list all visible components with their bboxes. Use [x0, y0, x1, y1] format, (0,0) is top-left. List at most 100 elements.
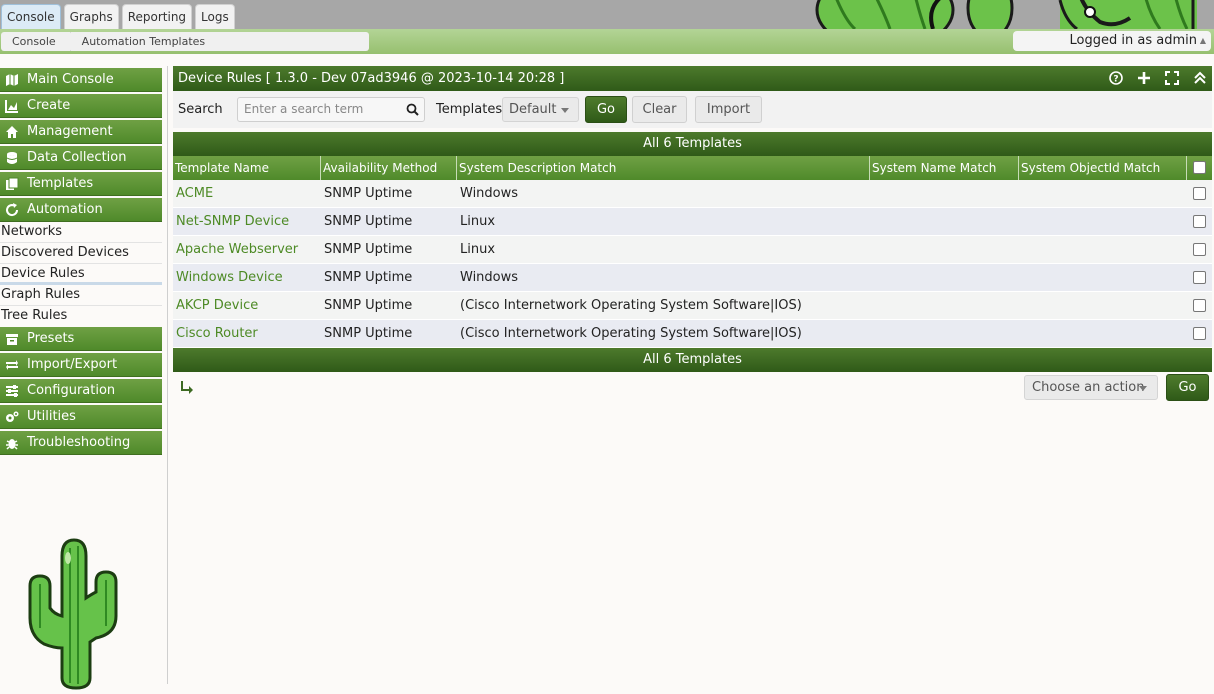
- description-cell: Linux: [460, 214, 496, 229]
- template-link[interactable]: Windows Device: [176, 264, 283, 292]
- sidebar-item-main-console[interactable]: Main Console: [0, 68, 162, 92]
- table-caption-top: All 6 Templates: [173, 132, 1212, 156]
- fullscreen-icon[interactable]: [1164, 70, 1180, 87]
- top-tabs: Console Graphs Reporting Logs: [1, 4, 235, 29]
- breadcrumb-bar: Console Automation Templates Logged in a…: [0, 29, 1214, 54]
- breadcrumb: Console Automation Templates: [1, 32, 369, 51]
- table-row: Net-SNMP Device SNMP Uptime Linux: [173, 208, 1212, 236]
- import-button[interactable]: Import: [695, 96, 762, 123]
- description-cell: Windows: [460, 270, 519, 285]
- dropdown-arrow-icon: [561, 108, 569, 113]
- chart-icon: [5, 100, 18, 113]
- sidebar: Main Console Create Management Data Coll…: [0, 66, 168, 690]
- sidebar-item-discovered-devices[interactable]: Discovered Devices: [0, 243, 162, 264]
- collapse-icon[interactable]: [1192, 71, 1208, 87]
- search-input[interactable]: Enter a search term: [237, 97, 425, 122]
- sidebar-item-data-collection[interactable]: Data Collection: [0, 146, 162, 170]
- sidebar-item-utilities[interactable]: Utilities: [0, 405, 162, 429]
- action-select[interactable]: Choose an action: [1024, 375, 1158, 400]
- tab-reporting[interactable]: Reporting: [121, 4, 193, 29]
- availability-cell: SNMP Uptime: [324, 214, 413, 229]
- table-row: Apache Webserver SNMP Uptime Linux: [173, 236, 1212, 264]
- table-row: Cisco Router SNMP Uptime (Cisco Internet…: [173, 320, 1212, 348]
- templates-label: Templates: [436, 102, 503, 117]
- template-link[interactable]: ACME: [176, 180, 213, 208]
- availability-cell: SNMP Uptime: [324, 298, 413, 313]
- sidebar-item-graph-rules[interactable]: Graph Rules: [0, 285, 162, 306]
- availability-cell: SNMP Uptime: [324, 186, 413, 201]
- filter-bar: Search Enter a search term Templates Def…: [173, 91, 1212, 128]
- map-icon: [6, 74, 18, 86]
- templates-select[interactable]: Default: [502, 97, 579, 122]
- sidebar-item-automation[interactable]: Automation: [0, 198, 162, 222]
- breadcrumb-automation-templates[interactable]: Automation Templates: [71, 32, 220, 51]
- cogs-icon: [6, 411, 19, 422]
- tab-console[interactable]: Console: [1, 4, 61, 29]
- top-bar: Console Graphs Reporting Logs: [0, 0, 1214, 29]
- sidebar-item-management[interactable]: Management: [0, 120, 162, 144]
- sidebar-item-templates[interactable]: Templates: [0, 172, 162, 196]
- availability-cell: SNMP Uptime: [324, 270, 413, 285]
- sidebar-item-networks[interactable]: Networks: [0, 222, 162, 243]
- home-icon: [6, 126, 18, 138]
- sidebar-item-device-rules[interactable]: Device Rules: [0, 264, 162, 285]
- row-checkbox[interactable]: [1193, 271, 1206, 284]
- description-cell: (Cisco Internetwork Operating System Sof…: [460, 326, 802, 341]
- sliders-icon: [6, 385, 18, 397]
- description-cell: Linux: [460, 242, 496, 257]
- cactus-logo: [28, 538, 126, 694]
- help-icon[interactable]: ?: [1108, 70, 1124, 87]
- sidebar-item-tree-rules[interactable]: Tree Rules: [0, 306, 162, 327]
- tab-graphs[interactable]: Graphs: [63, 4, 119, 29]
- row-checkbox[interactable]: [1193, 215, 1206, 228]
- select-all-checkbox[interactable]: [1193, 161, 1206, 174]
- row-checkbox[interactable]: [1193, 187, 1206, 200]
- page-title: Device Rules [ 1.3.0 - Dev 07ad3946 @ 20…: [178, 71, 565, 86]
- description-cell: Windows: [460, 186, 519, 201]
- row-checkbox[interactable]: [1193, 299, 1206, 312]
- column-system-description-match[interactable]: System Description Match: [457, 156, 870, 180]
- row-checkbox[interactable]: [1193, 243, 1206, 256]
- action-bar: Choose an action Go: [173, 372, 1212, 406]
- table-header: Template Name Availability Method System…: [173, 156, 1212, 180]
- table-body: ACME SNMP Uptime Windows Net-SNMP Device…: [173, 180, 1212, 348]
- search-label: Search: [178, 102, 223, 117]
- return-arrow-icon: [181, 381, 193, 394]
- panel-icons: ?: [1108, 66, 1208, 91]
- column-template-name[interactable]: Template Name: [173, 156, 321, 180]
- tab-logs[interactable]: Logs: [195, 4, 235, 29]
- clear-button[interactable]: Clear: [632, 96, 687, 123]
- panel-header: Device Rules [ 1.3.0 - Dev 07ad3946 @ 20…: [173, 66, 1212, 91]
- column-availability-method[interactable]: Availability Method: [321, 156, 457, 180]
- bug-icon: [6, 439, 18, 450]
- availability-cell: SNMP Uptime: [324, 326, 413, 341]
- column-system-objectid-match[interactable]: System ObjectId Match: [1019, 156, 1187, 180]
- availability-cell: SNMP Uptime: [324, 242, 413, 257]
- table-caption-bottom: All 6 Templates: [173, 348, 1212, 372]
- database-icon: [6, 152, 18, 164]
- template-link[interactable]: Net-SNMP Device: [176, 208, 289, 236]
- template-link[interactable]: AKCP Device: [176, 292, 258, 320]
- refresh-icon: [6, 203, 19, 217]
- breadcrumb-console[interactable]: Console: [1, 32, 77, 51]
- sidebar-item-import-export[interactable]: Import/Export: [0, 353, 162, 377]
- add-icon[interactable]: [1136, 71, 1152, 87]
- template-link[interactable]: Cisco Router: [176, 320, 258, 348]
- template-link[interactable]: Apache Webserver: [176, 236, 298, 264]
- table-row: ACME SNMP Uptime Windows: [173, 180, 1212, 208]
- exchange-icon: [6, 360, 18, 370]
- user-label: Logged in as admin: [1069, 33, 1197, 48]
- action-go-button[interactable]: Go: [1166, 374, 1209, 401]
- row-checkbox[interactable]: [1193, 327, 1206, 340]
- sidebar-item-presets[interactable]: Presets: [0, 327, 162, 351]
- sidebar-item-configuration[interactable]: Configuration: [0, 379, 162, 403]
- user-menu[interactable]: Logged in as admin ▲: [1013, 31, 1211, 51]
- sidebar-item-troubleshooting[interactable]: Troubleshooting: [0, 431, 162, 455]
- go-button[interactable]: Go: [585, 96, 627, 123]
- dropdown-arrow-icon: [1139, 386, 1147, 391]
- table-row: Windows Device SNMP Uptime Windows: [173, 264, 1212, 292]
- svg-text:?: ?: [1113, 74, 1118, 84]
- search-icon: [406, 103, 419, 116]
- column-system-name-match[interactable]: System Name Match: [870, 156, 1019, 180]
- sidebar-item-create[interactable]: Create: [0, 94, 162, 118]
